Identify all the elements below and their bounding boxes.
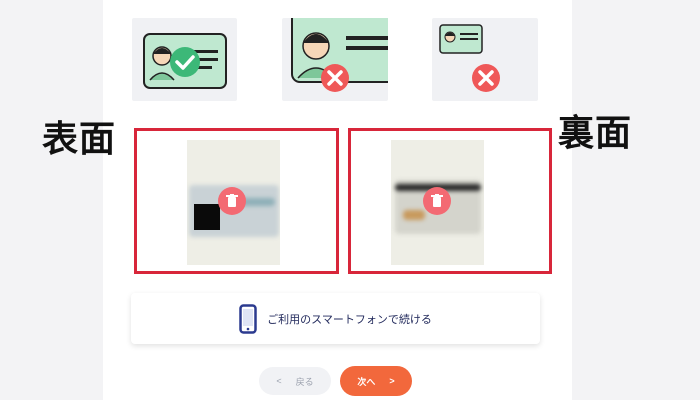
front-photo-preview bbox=[187, 140, 280, 265]
example-card-too-far bbox=[432, 18, 538, 101]
delete-front-button[interactable] bbox=[218, 187, 246, 215]
continue-on-smartphone-button[interactable]: ご利用のスマートフォンで続ける bbox=[131, 293, 540, 344]
next-button[interactable]: 次へ > bbox=[340, 366, 412, 396]
back-photo-preview bbox=[391, 140, 484, 265]
trash-icon bbox=[226, 194, 238, 207]
check-icon bbox=[170, 47, 200, 77]
id-card-correct-illustration bbox=[143, 33, 227, 89]
smartphone-icon bbox=[239, 303, 257, 334]
next-arrow-icon: > bbox=[389, 376, 395, 386]
front-side-label: 表面 bbox=[42, 119, 117, 160]
id-card-small-illustration bbox=[439, 24, 500, 92]
right-gutter bbox=[572, 0, 700, 400]
example-card-too-close bbox=[282, 18, 388, 101]
next-button-label: 次へ bbox=[357, 376, 376, 387]
trash-icon bbox=[431, 194, 443, 207]
back-button[interactable]: < 戻る bbox=[259, 367, 331, 395]
example-card-ok bbox=[132, 18, 237, 101]
back-arrow-icon: < bbox=[276, 376, 282, 386]
delete-back-button[interactable] bbox=[423, 187, 451, 215]
redacted-photo-block bbox=[194, 204, 220, 230]
left-gutter bbox=[0, 0, 103, 400]
continue-on-smartphone-label: ご利用のスマートフォンで続ける bbox=[267, 313, 432, 326]
back-button-label: 戻る bbox=[295, 376, 314, 387]
id-card-cropped-illustration bbox=[291, 18, 388, 92]
back-side-label: 裏面 bbox=[558, 113, 633, 154]
